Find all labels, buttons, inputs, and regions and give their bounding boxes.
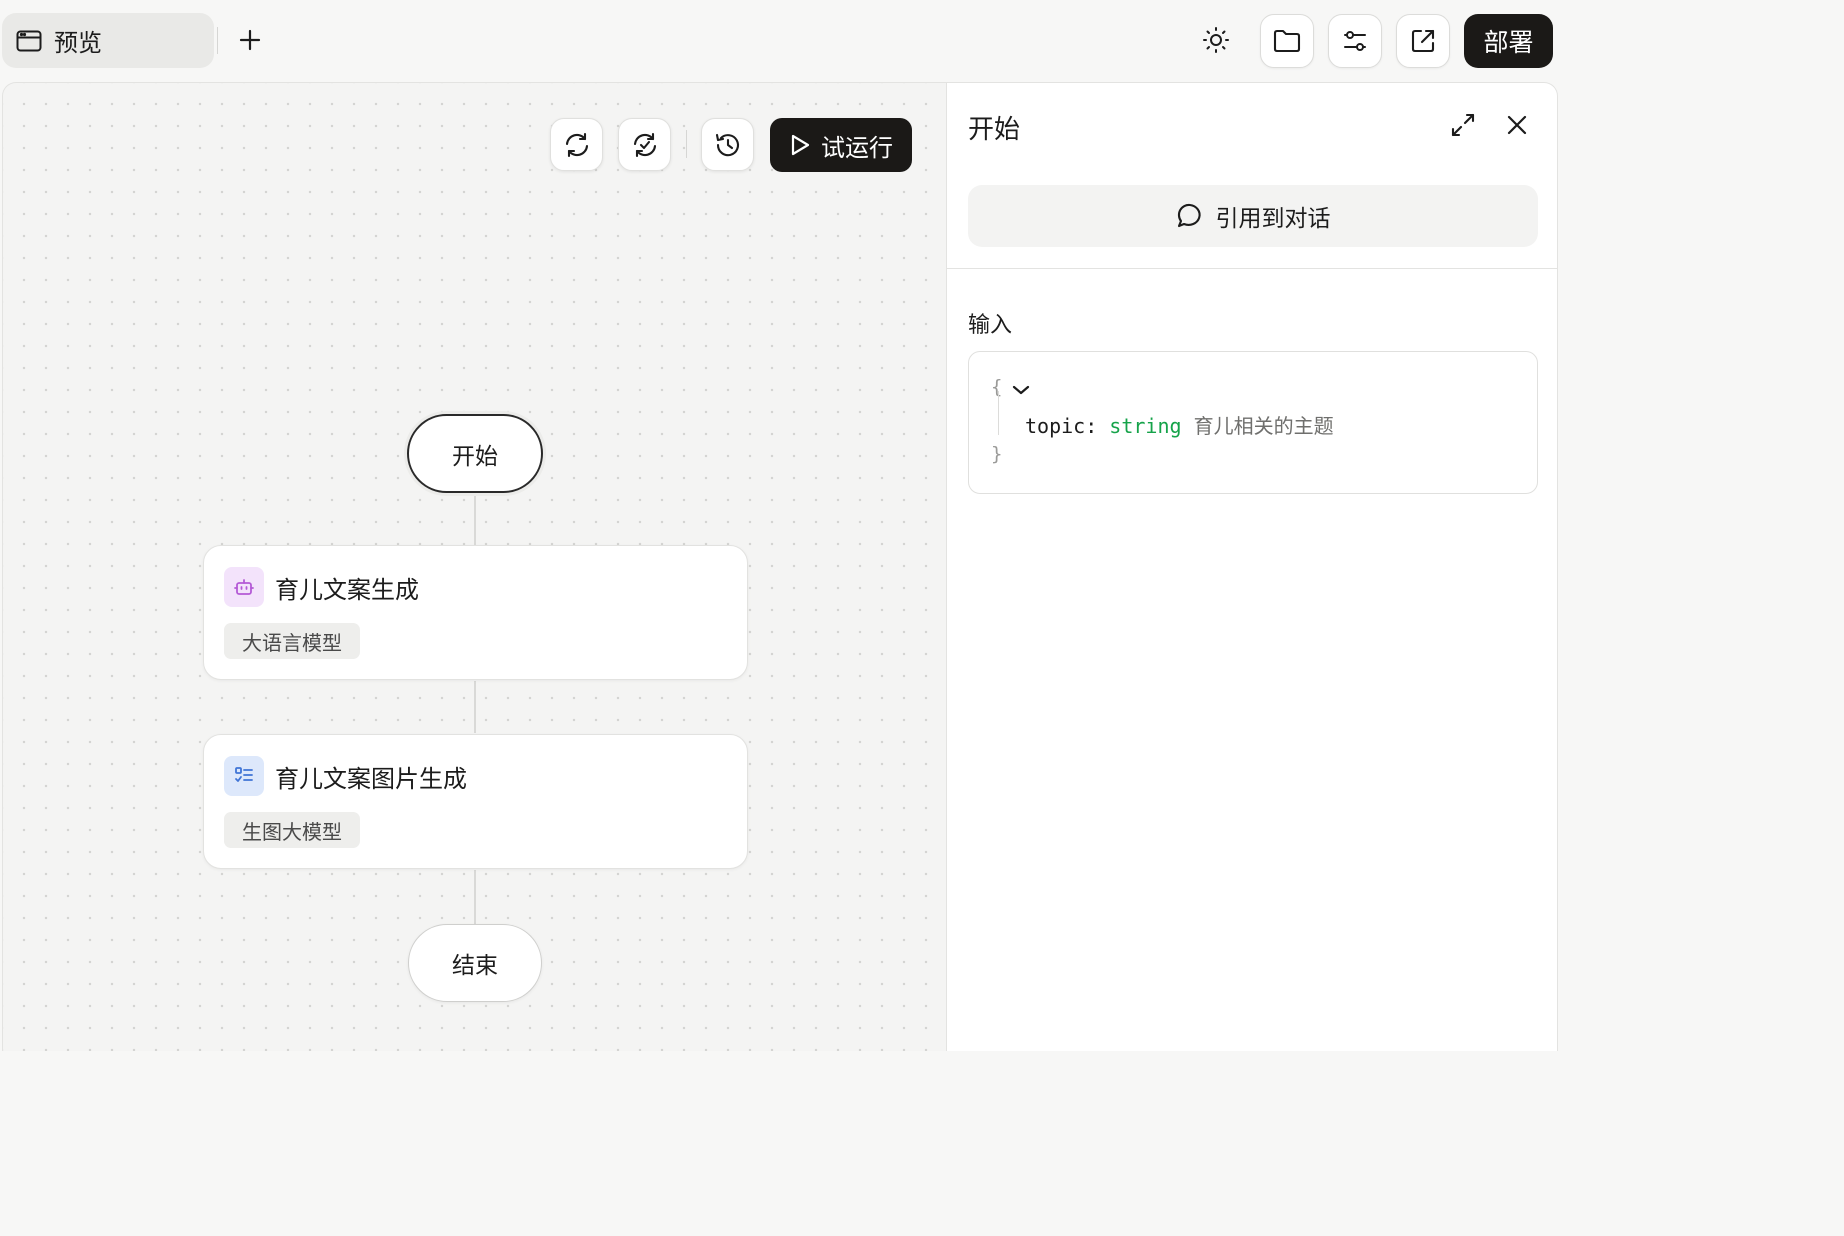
sync-button[interactable] (618, 118, 671, 171)
open-brace: { (991, 376, 1003, 398)
input-section-label: 输入 (968, 313, 1013, 338)
sync-icon (631, 131, 659, 159)
history-icon (714, 131, 742, 159)
sliders-icon (1342, 28, 1368, 54)
browser-window-icon (16, 30, 42, 52)
field-type: string (1109, 414, 1182, 438)
panel-divider (947, 268, 1557, 269)
test-run-button[interactable]: 试运行 (770, 118, 912, 172)
workflow-canvas[interactable]: 试运行 开始 育儿文案生成 大语言模型 育儿文案图片生成 生图大模型 结束 (2, 82, 946, 1051)
plus-icon[interactable] (232, 22, 268, 58)
node-title: 育儿文案生成 (275, 576, 419, 604)
input-schema-viewer: { topic: string 育儿相关的主题 } (968, 351, 1538, 494)
sun-icon[interactable] (1196, 20, 1236, 60)
start-node[interactable]: 开始 (407, 414, 543, 493)
deploy-button[interactable]: 部署 (1464, 14, 1553, 68)
play-icon (789, 133, 811, 157)
llm-node[interactable]: 育儿文案生成 大语言模型 (203, 545, 748, 680)
chevron-down-icon[interactable] (1011, 380, 1031, 400)
external-link-icon (1410, 28, 1436, 54)
top-bar: 预览 部署 (0, 0, 1568, 82)
close-brace: } (991, 443, 1003, 465)
refresh-button[interactable] (550, 118, 603, 171)
folder-icon (1273, 29, 1301, 53)
history-button[interactable] (701, 118, 754, 171)
settings-button[interactable] (1328, 14, 1382, 68)
expand-icon[interactable] (1447, 109, 1479, 141)
node-detail-panel: 开始 引用到对话 输入 { topic: string 育儿相关的主题} (946, 82, 1558, 1051)
edge-start-to-node1 (474, 493, 476, 545)
quote-label: 引用到对话 (1215, 206, 1331, 232)
tab-preview[interactable]: 预览 (2, 13, 214, 68)
schema-field: topic: string 育儿相关的主题 (1025, 410, 1334, 439)
field-description: 育儿相关的主题 (1193, 414, 1334, 438)
panel-title: 开始 (968, 115, 1021, 145)
folder-button[interactable] (1260, 14, 1314, 68)
robot-icon (224, 567, 264, 607)
quote-to-chat-button[interactable]: 引用到对话 (968, 185, 1538, 247)
node-type-badge: 大语言模型 (224, 623, 360, 659)
tab-label: 预览 (54, 29, 102, 57)
field-key: topic: (1025, 414, 1098, 438)
indent-guide (998, 391, 999, 435)
test-run-label: 试运行 (821, 133, 893, 162)
chat-bubble-icon (1176, 202, 1204, 230)
refresh-icon (563, 131, 591, 159)
node-type-badge: 生图大模型 (224, 812, 360, 848)
toolbar-separator (686, 130, 687, 158)
image-gen-node[interactable]: 育儿文案图片生成 生图大模型 (203, 734, 748, 869)
tab-divider (217, 27, 218, 54)
edge-node2-to-end (474, 870, 476, 924)
node-title: 育儿文案图片生成 (275, 765, 467, 793)
share-button[interactable] (1396, 14, 1450, 68)
end-node[interactable]: 结束 (408, 924, 542, 1002)
close-icon[interactable] (1501, 109, 1533, 141)
edge-node1-to-node2 (474, 681, 476, 733)
list-check-icon (224, 756, 264, 796)
